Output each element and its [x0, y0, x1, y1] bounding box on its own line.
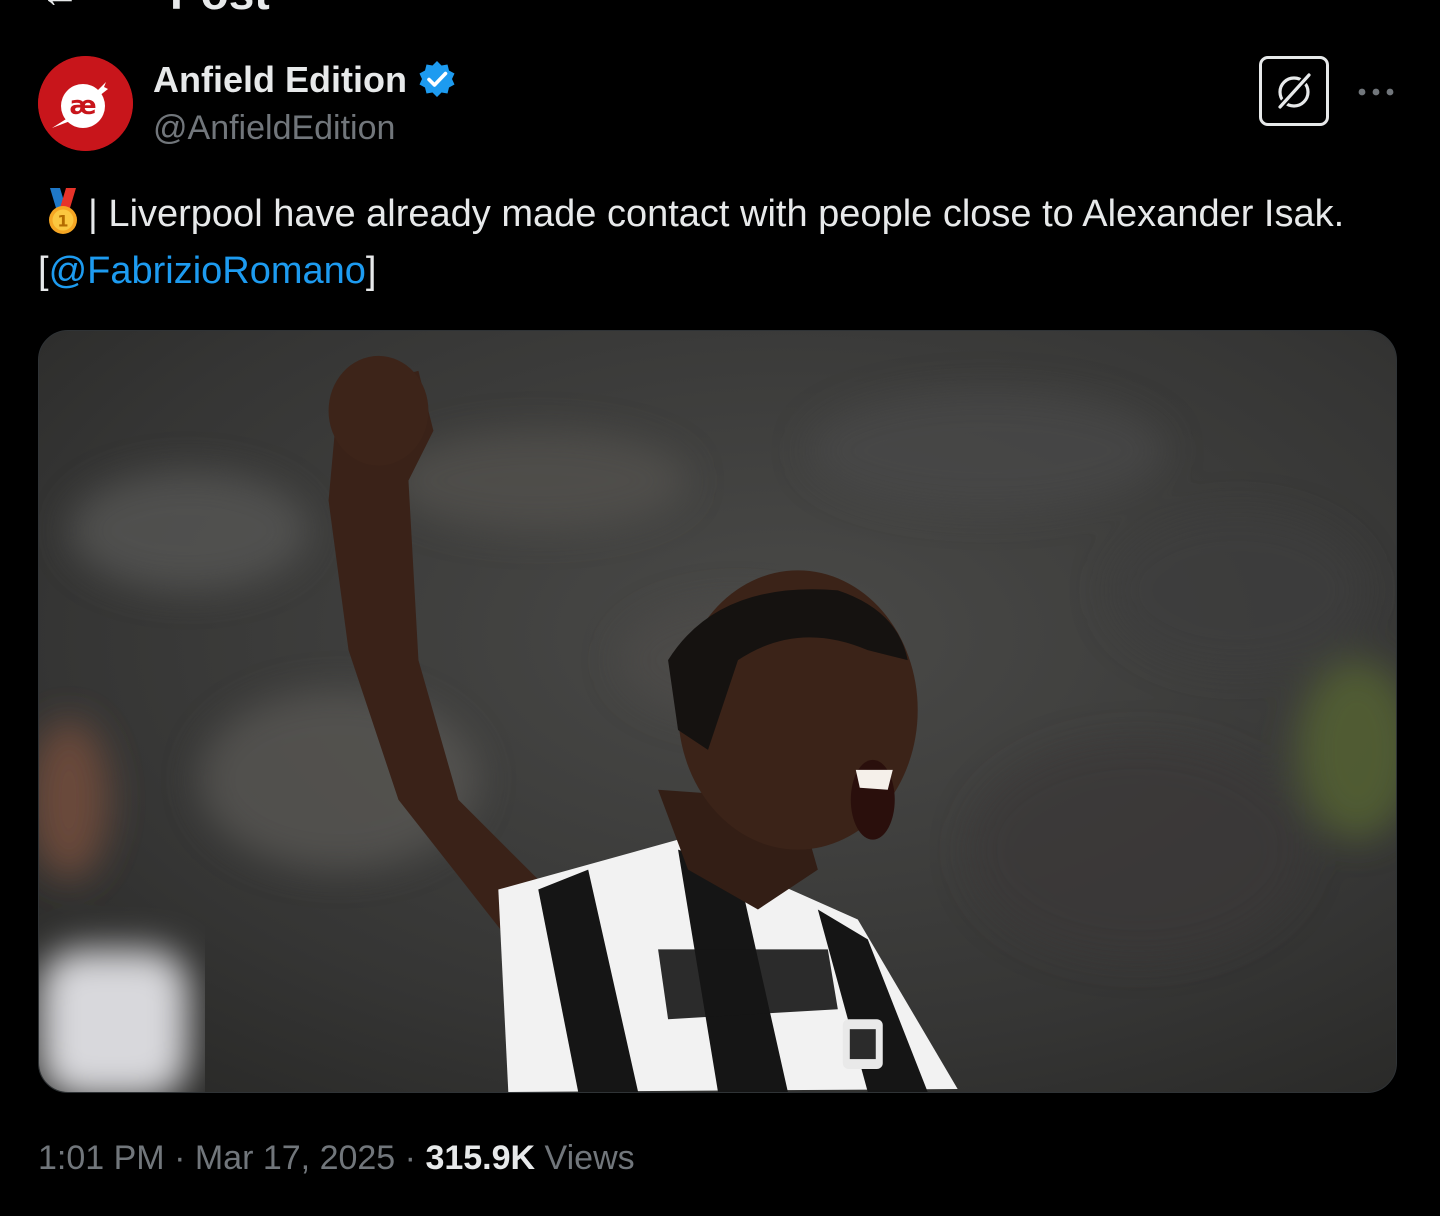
- tweet-media-photo[interactable]: [38, 330, 1397, 1093]
- post-time[interactable]: 1:01 PM: [38, 1139, 165, 1177]
- player-celebration-photo: [39, 331, 1396, 1092]
- anfield-edition-logo-icon: æ: [38, 56, 133, 151]
- tweet-body-end: ]: [365, 250, 377, 292]
- meta-separator: ·: [404, 1139, 416, 1177]
- author-handle[interactable]: @AnfieldEdition: [153, 108, 395, 148]
- grok-icon: [1277, 72, 1312, 110]
- back-arrow-icon[interactable]: ←: [40, 0, 80, 17]
- meta-separator: ·: [174, 1139, 186, 1177]
- post-header: ← Post: [0, 0, 1440, 19]
- more-dots-icon: [1358, 88, 1394, 96]
- post-page: ← Post æ Anfield Edition @AnfieldEdition: [0, 0, 1440, 1216]
- tweet-text: 1 | Liverpool have already made contact …: [38, 186, 1408, 300]
- page-title: Post: [170, 0, 270, 20]
- author-name[interactable]: Anfield Edition: [153, 60, 407, 100]
- mention-link[interactable]: @FabrizioRomano: [49, 250, 366, 292]
- views-label: Views: [544, 1139, 635, 1177]
- avatar[interactable]: æ: [38, 56, 133, 151]
- svg-text:1: 1: [57, 212, 68, 231]
- views-count: 315.9K: [425, 1139, 536, 1177]
- grok-button[interactable]: [1259, 56, 1329, 126]
- more-options-button[interactable]: [1352, 70, 1400, 114]
- verified-badge-icon: [417, 59, 457, 99]
- first-place-medal-icon: 1: [38, 186, 88, 236]
- post-date[interactable]: Mar 17, 2025: [195, 1139, 395, 1177]
- tweet-meta: 1:01 PM · Mar 17, 2025 · 315.9K Views: [38, 1136, 635, 1180]
